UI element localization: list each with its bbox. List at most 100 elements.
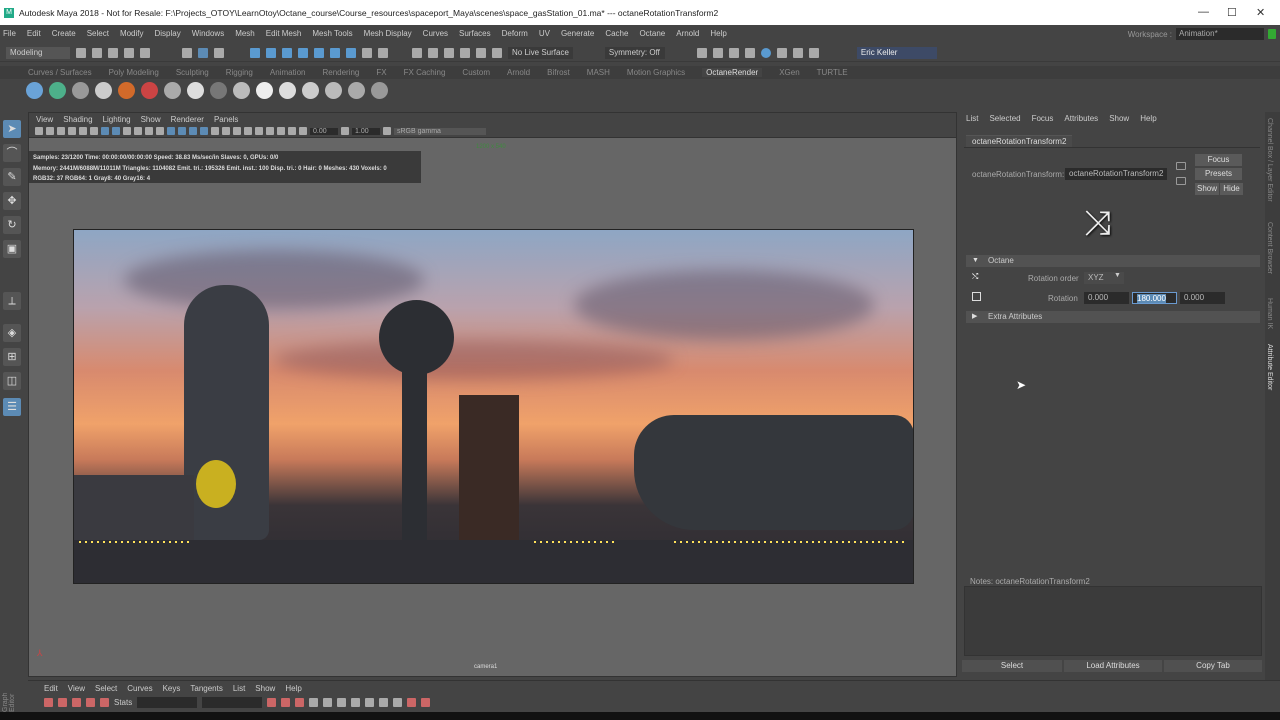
rotation-map-icon[interactable] [972, 292, 981, 301]
camera-icon[interactable] [35, 127, 43, 135]
render-frame-icon[interactable] [712, 47, 723, 58]
frame-all-icon[interactable] [267, 698, 277, 707]
linear-tangent-icon[interactable] [351, 698, 361, 707]
outliner-layout-icon[interactable]: ☰ [3, 398, 21, 416]
flat-tangent-icon[interactable] [365, 698, 375, 707]
menu-curves[interactable]: Curves [423, 29, 448, 38]
octane-transform-icon[interactable] [325, 81, 342, 99]
graph-menu-select[interactable]: Select [95, 684, 117, 693]
new-scene-icon[interactable] [76, 47, 86, 58]
default-material-icon[interactable] [178, 127, 186, 135]
load-attributes-button[interactable]: Load Attributes [1064, 660, 1162, 672]
maximize-button[interactable]: ☐ [1227, 6, 1237, 19]
image-plane-icon[interactable] [68, 127, 76, 135]
copy-tab-button[interactable]: Copy Tab [1164, 660, 1262, 672]
menu-edit-mesh[interactable]: Edit Mesh [266, 29, 302, 38]
octane-section-header[interactable]: ▼ Octane [966, 255, 1260, 267]
viewport-menu-panels[interactable]: Panels [214, 115, 238, 124]
shelf-tab-sculpting[interactable]: Sculpting [176, 68, 209, 77]
plateau-tangent-icon[interactable] [393, 698, 403, 707]
scale-tool-icon[interactable]: ▣ [3, 240, 21, 258]
exposure-icon[interactable] [299, 127, 307, 135]
octane-disk-icon[interactable] [233, 81, 250, 99]
stats-field-2[interactable] [202, 697, 263, 708]
menu-octane[interactable]: Octane [639, 29, 665, 38]
gamma-icon[interactable] [341, 127, 349, 135]
move-tool-icon[interactable]: ✥ [3, 192, 21, 210]
select-tool-icon[interactable]: ➤ [3, 120, 21, 138]
shelf-tab-bifrost[interactable]: Bifrost [547, 68, 570, 77]
save-scene-icon[interactable] [108, 47, 118, 58]
tab-channel-box[interactable]: Channel Box / Layer Editor [1266, 118, 1273, 202]
menu-windows[interactable]: Windows [192, 29, 224, 38]
select-object-icon[interactable] [198, 47, 208, 58]
graph-menu-edit[interactable]: Edit [44, 684, 58, 693]
lock-icon[interactable] [1268, 29, 1276, 39]
magnet4-icon[interactable] [476, 47, 486, 58]
close-button[interactable]: ✕ [1256, 6, 1265, 19]
octane-bulb-icon[interactable] [279, 81, 296, 99]
graph-menu-list[interactable]: List [233, 684, 245, 693]
octane-proxy-icon[interactable] [348, 81, 365, 99]
octane-material-icon[interactable] [72, 81, 89, 99]
lattice-icon[interactable] [72, 698, 81, 707]
menu-cache[interactable]: Cache [605, 29, 628, 38]
shelf-tab-poly-modeling[interactable]: Poly Modeling [109, 68, 159, 77]
presets-button[interactable]: Presets [1195, 168, 1242, 180]
viewport-menu-lighting[interactable]: Lighting [103, 115, 131, 124]
focus-button[interactable]: Focus [1195, 154, 1242, 166]
resolution-gate-icon[interactable] [101, 127, 109, 135]
shelf-tab-curves-surfaces[interactable]: Curves / Surfaces [28, 68, 92, 77]
gamma-field[interactable]: 1.00 [352, 127, 380, 135]
color-space-dropdown[interactable]: sRGB gamma [394, 127, 486, 135]
menu-select[interactable]: Select [87, 29, 109, 38]
shelf-tab-custom[interactable]: Custom [462, 68, 490, 77]
xray-icon[interactable] [200, 127, 208, 135]
normalize-icon[interactable] [421, 698, 431, 707]
show-manipulator-icon[interactable]: ⟂ [3, 292, 21, 310]
lights-icon[interactable] [211, 127, 219, 135]
rotation-x-field[interactable]: 0.000 [1084, 292, 1129, 304]
magnet5-icon[interactable] [492, 47, 502, 58]
snap-grid-icon[interactable] [250, 47, 260, 58]
snap-point-icon[interactable] [282, 47, 292, 58]
film-gate-icon[interactable] [90, 127, 98, 135]
smooth-shade-icon[interactable] [167, 127, 175, 135]
shelf-tab-mash[interactable]: MASH [587, 68, 610, 77]
menu-help[interactable]: Help [710, 29, 726, 38]
shelf-tab-turtle[interactable]: TURTLE [817, 68, 848, 77]
rotate-tool-icon[interactable]: ↻ [3, 216, 21, 234]
gate-mask-icon[interactable] [112, 127, 120, 135]
camera-attributes-icon[interactable] [46, 127, 54, 135]
menu-uv[interactable]: UV [539, 29, 550, 38]
workspace-selector[interactable]: Workspace : Animation* [1128, 28, 1276, 40]
mode-dropdown[interactable]: Modeling [6, 46, 70, 59]
insert-key-icon[interactable] [58, 698, 67, 707]
light-editor-icon[interactable] [792, 47, 803, 58]
wireframe-icon[interactable] [156, 127, 164, 135]
two-view-icon[interactable]: ◫ [3, 372, 21, 390]
snap-help-icon[interactable] [346, 47, 356, 58]
select-button[interactable]: Select [962, 660, 1062, 672]
viewport-panel[interactable]: View Shading Lighting Show Renderer Panels 0.… [28, 112, 957, 677]
ae-menu-help[interactable]: Help [1140, 114, 1156, 123]
wireframe-shaded-icon[interactable] [189, 127, 197, 135]
octane-render-icon[interactable] [26, 81, 43, 99]
graph-menu-keys[interactable]: Keys [163, 684, 181, 693]
shelf-tab-animation[interactable]: Animation [270, 68, 306, 77]
buffer-curve-icon[interactable] [407, 698, 417, 707]
clamped-tangent-icon[interactable] [337, 698, 347, 707]
shelf-tab-xgen[interactable]: XGen [779, 68, 799, 77]
menu-mesh[interactable]: Mesh [235, 29, 255, 38]
viewport-menu-shading[interactable]: Shading [63, 115, 92, 124]
menu-modify[interactable]: Modify [120, 29, 144, 38]
user-account-dropdown[interactable]: Eric Keller [856, 46, 937, 59]
minimize-button[interactable]: — [1198, 6, 1209, 18]
octane-camera-icon[interactable] [371, 81, 388, 99]
render-settings-icon[interactable] [744, 47, 755, 58]
viewport-menu-show[interactable]: Show [141, 115, 161, 124]
octane-bulb2-icon[interactable] [302, 81, 319, 99]
menu-generate[interactable]: Generate [561, 29, 594, 38]
ae-menu-attributes[interactable]: Attributes [1064, 114, 1098, 123]
tab-octane-rotation-transform[interactable]: octaneRotationTransform2 [966, 135, 1073, 147]
